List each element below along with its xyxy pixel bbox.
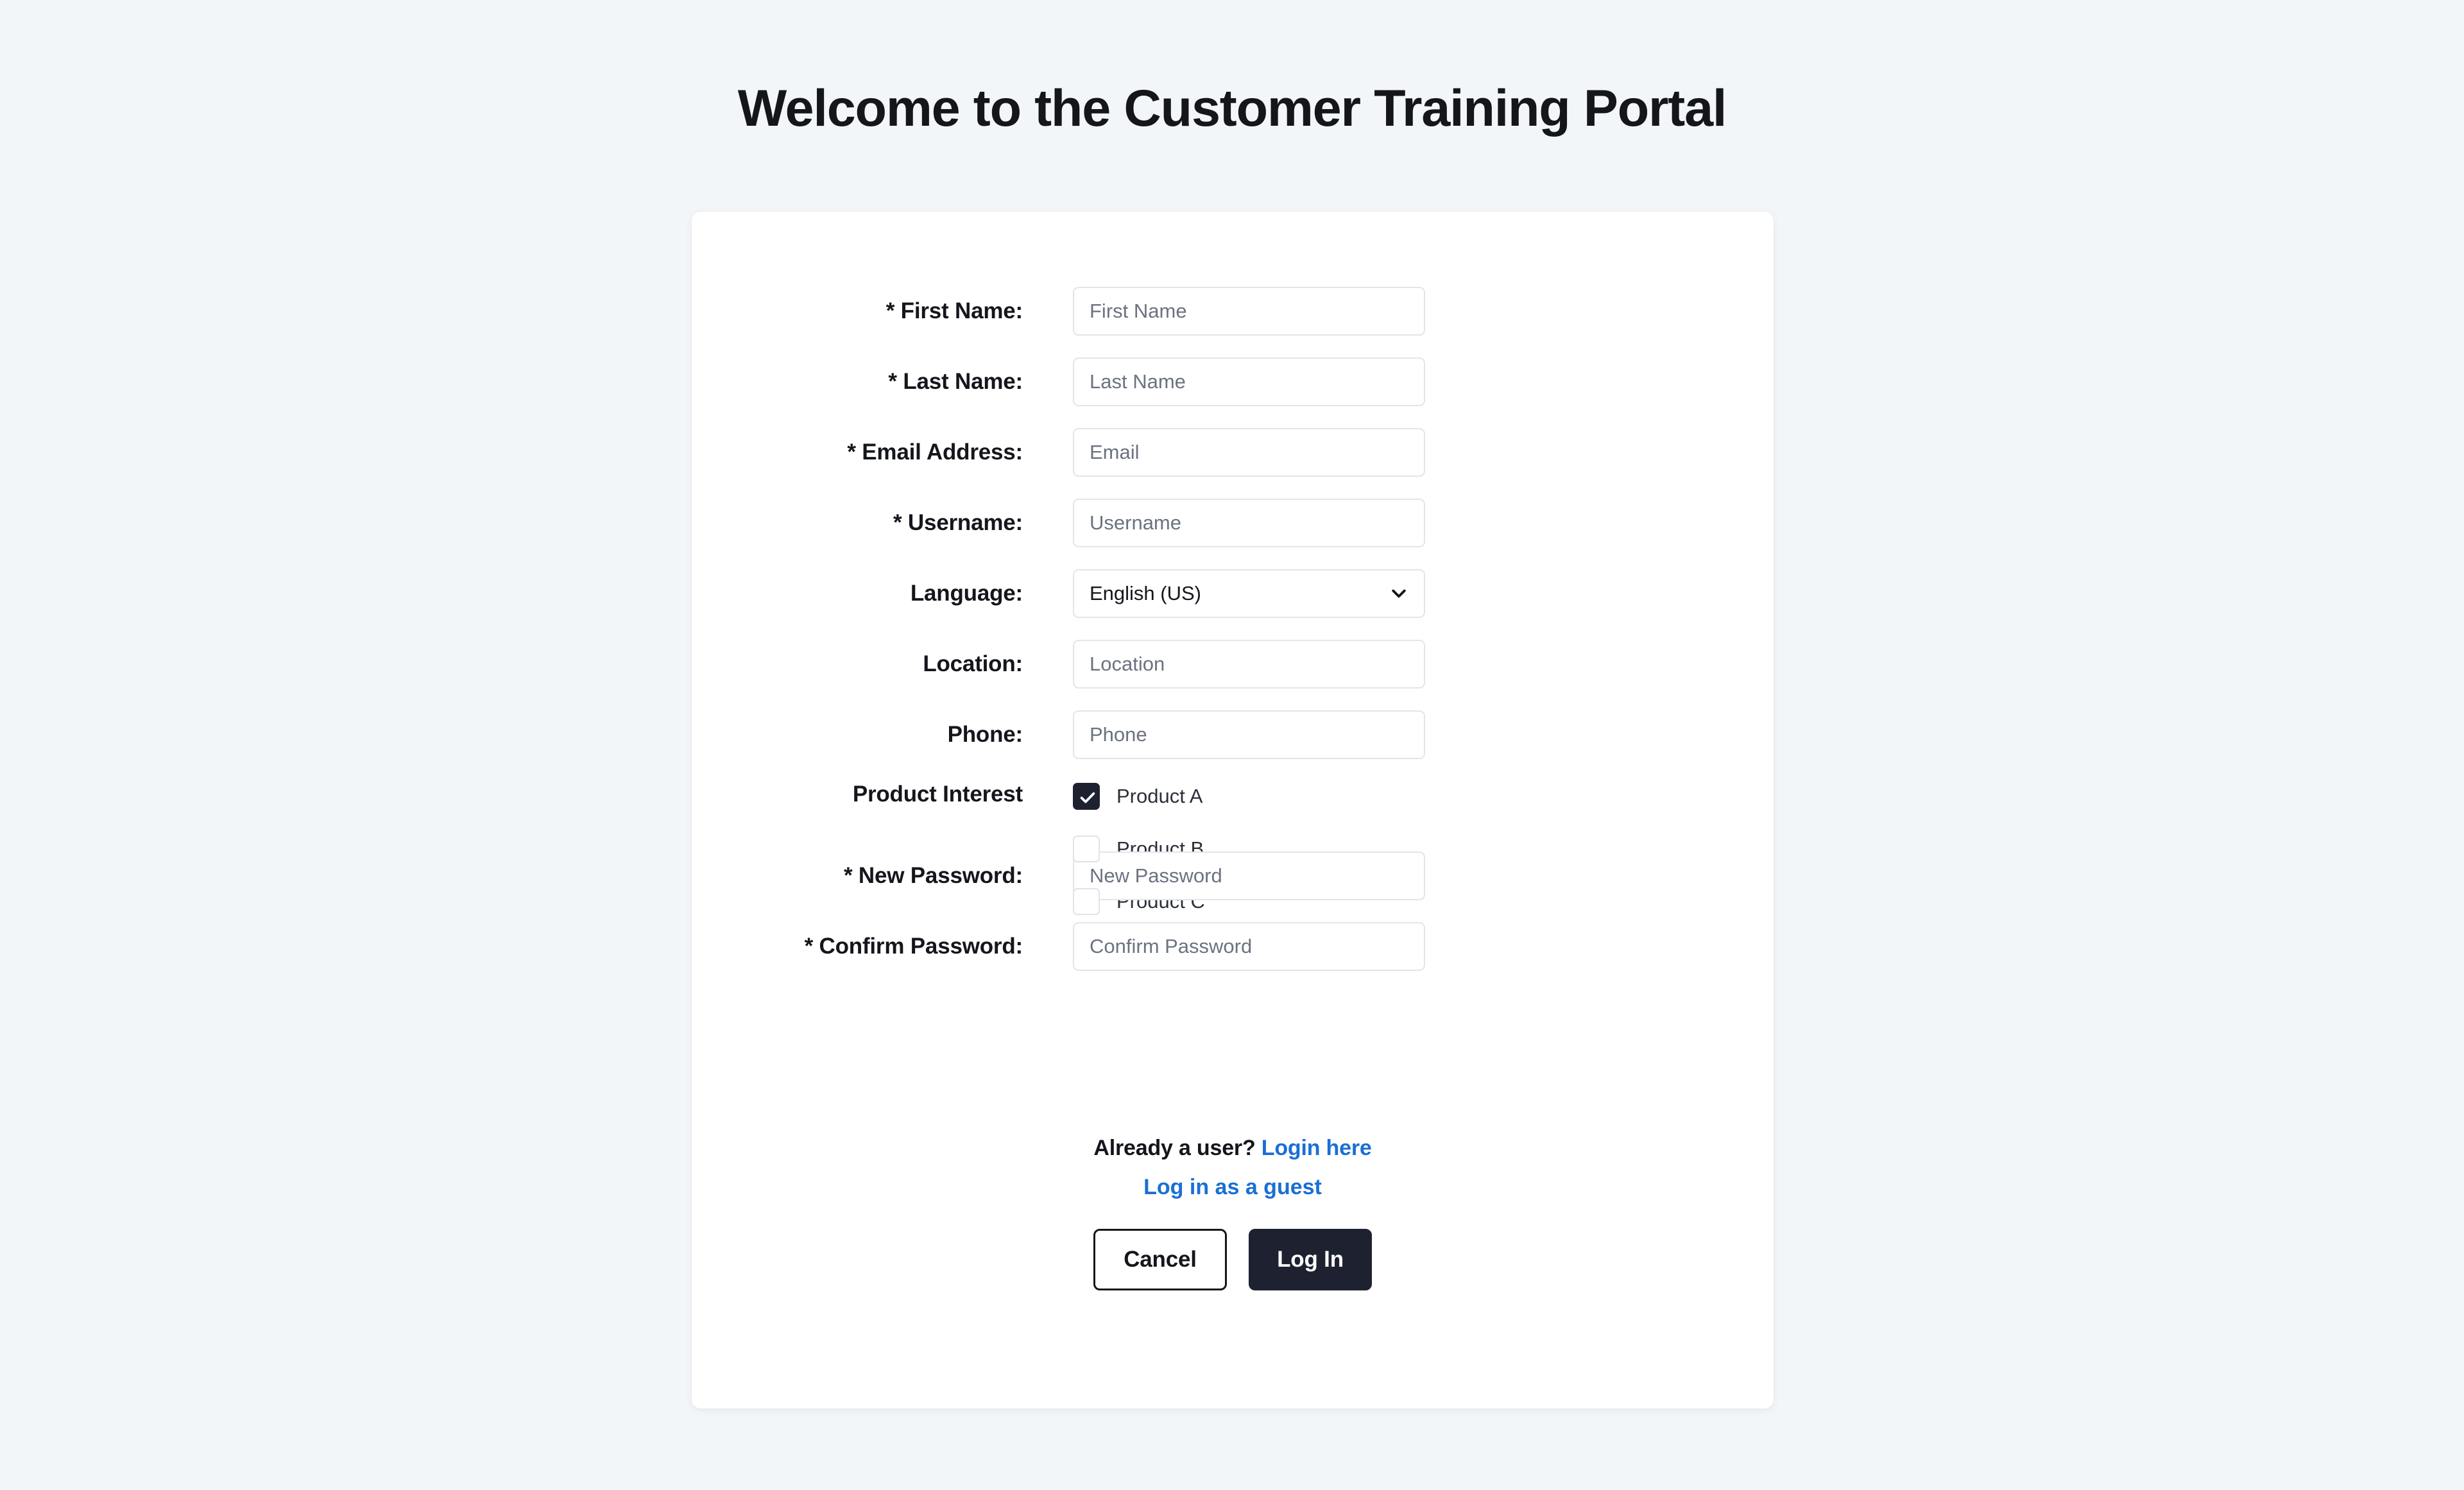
form-row-email: * Email Address: (692, 417, 1774, 488)
field-wrap-location (1073, 640, 1774, 689)
email-input[interactable] (1073, 428, 1425, 477)
last-name-input[interactable] (1073, 357, 1425, 406)
label-location: Location: (923, 651, 1023, 676)
form-row-phone: Phone: (692, 699, 1774, 770)
form-row-product-interest: Product Interest Product A Product B Pro… (692, 770, 1774, 915)
form-row-language: Language: English (US) (692, 558, 1774, 629)
guest-login-link[interactable]: Log in as a guest (1143, 1175, 1322, 1199)
label-username: * Username: (893, 510, 1023, 535)
already-user-text: Already a user? (1093, 1136, 1256, 1160)
checkbox-product-c[interactable] (1073, 888, 1100, 915)
field-wrap-confirm-password (1073, 922, 1774, 971)
field-wrap-last-name (1073, 357, 1774, 406)
checkbox-label-product-a: Product A (1116, 785, 1203, 807)
field-wrap-phone (1073, 710, 1774, 759)
registration-card: * First Name: * Last Name: * Email Addre… (692, 212, 1774, 1409)
label-confirm-password: * Confirm Password: (804, 934, 1023, 959)
label-product-interest: Product Interest (852, 782, 1023, 807)
login-button[interactable]: Log In (1249, 1229, 1372, 1290)
field-wrap-language: English (US) (1073, 569, 1774, 618)
label-last-name: * Last Name: (888, 369, 1023, 394)
check-icon (1080, 792, 1095, 803)
language-select[interactable]: English (US) (1073, 569, 1425, 618)
checkbox-item-product-a[interactable]: Product A (1073, 770, 1774, 823)
new-password-input[interactable] (1073, 852, 1425, 900)
form-row-username: * Username: (692, 488, 1774, 558)
label-email-address: * Email Address: (847, 440, 1023, 465)
label-first-name: * First Name: (886, 298, 1023, 323)
checkbox-product-b[interactable] (1073, 835, 1100, 862)
form-row-confirm-password: * Confirm Password: (692, 911, 1774, 982)
label-new-password: * New Password: (843, 863, 1023, 888)
page-title: Welcome to the Customer Training Portal (737, 80, 1727, 137)
label-phone: Phone: (947, 722, 1023, 747)
first-name-input[interactable] (1073, 287, 1425, 336)
username-input[interactable] (1073, 499, 1425, 547)
registration-form: * First Name: * Last Name: * Email Addre… (692, 276, 1774, 982)
login-here-link[interactable]: Login here (1262, 1136, 1372, 1160)
phone-input[interactable] (1073, 710, 1425, 759)
field-wrap-new-password (1073, 852, 1774, 900)
cancel-button[interactable]: Cancel (1093, 1229, 1227, 1290)
form-row-last-name: * Last Name: (692, 347, 1774, 417)
form-row-location: Location: (692, 629, 1774, 699)
footer-links: Already a user? Login here Log in as a g… (692, 1136, 1774, 1200)
action-buttons: Cancel Log In (692, 1229, 1774, 1290)
product-interest-group: Product A Product B Product C (1073, 770, 1774, 928)
registration-page: Welcome to the Customer Training Portal … (0, 0, 2464, 1490)
label-language: Language: (910, 581, 1023, 606)
location-input[interactable] (1073, 640, 1425, 689)
guest-login-line: Log in as a guest (692, 1175, 1774, 1200)
already-user-line: Already a user? Login here (692, 1136, 1774, 1161)
confirm-password-input[interactable] (1073, 922, 1425, 971)
form-row-first-name: * First Name: (692, 276, 1774, 347)
field-wrap-email (1073, 428, 1774, 477)
field-wrap-first-name (1073, 287, 1774, 336)
checkbox-product-a[interactable] (1073, 783, 1100, 810)
language-select-value: English (US) (1073, 569, 1425, 618)
field-wrap-username (1073, 499, 1774, 547)
